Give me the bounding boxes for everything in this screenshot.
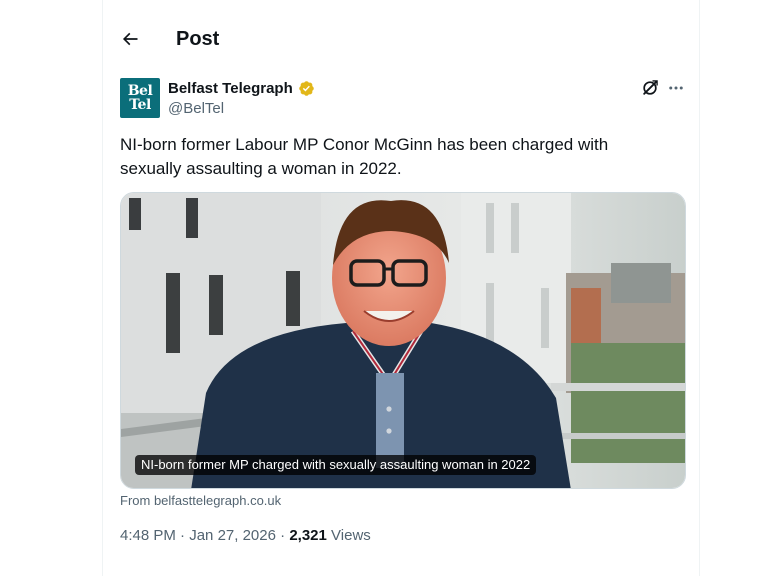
gold-verified-icon: [299, 81, 314, 96]
more-horizontal-icon: [669, 86, 683, 90]
page-title: Post: [176, 28, 220, 50]
tweet-meta: 4:48 PM · Jan 27, 2026 · 2,321 Views: [120, 527, 371, 544]
tweet-text: NI-born former Labour MP Conor McGinn ha…: [120, 135, 609, 178]
card-caption: NI-born former MP charged with sexually …: [135, 455, 537, 475]
card-image: [121, 193, 685, 488]
back-button[interactable]: [117, 26, 143, 52]
avatar-text-line2: Tel: [129, 97, 151, 113]
author-display-name[interactable]: Belfast Telegraph: [168, 80, 293, 97]
meta-separator: ·: [180, 527, 186, 544]
grok-icon: [643, 80, 658, 95]
post-column: Post Bel Tel Belfast Telegraph @BelTel N…: [102, 0, 700, 576]
avatar-text-line1: Bel: [127, 83, 153, 99]
post-header: Post: [103, 18, 699, 62]
grok-button[interactable]: [640, 78, 660, 98]
views-label: Views: [331, 527, 371, 544]
arrow-left-icon: [122, 32, 138, 46]
author-handle[interactable]: @BelTel: [168, 100, 224, 117]
tweet-date[interactable]: Jan 27, 2026: [189, 527, 276, 544]
link-card[interactable]: NI-born former MP charged with sexually …: [120, 192, 686, 489]
more-options-button[interactable]: [665, 78, 687, 98]
views-count: 2,321: [289, 527, 327, 544]
meta-separator: ·: [280, 527, 286, 544]
tweet-time[interactable]: 4:48 PM: [120, 527, 176, 544]
card-source-link[interactable]: From belfasttelegraph.co.uk: [120, 493, 281, 508]
avatar[interactable]: Bel Tel: [120, 78, 160, 118]
